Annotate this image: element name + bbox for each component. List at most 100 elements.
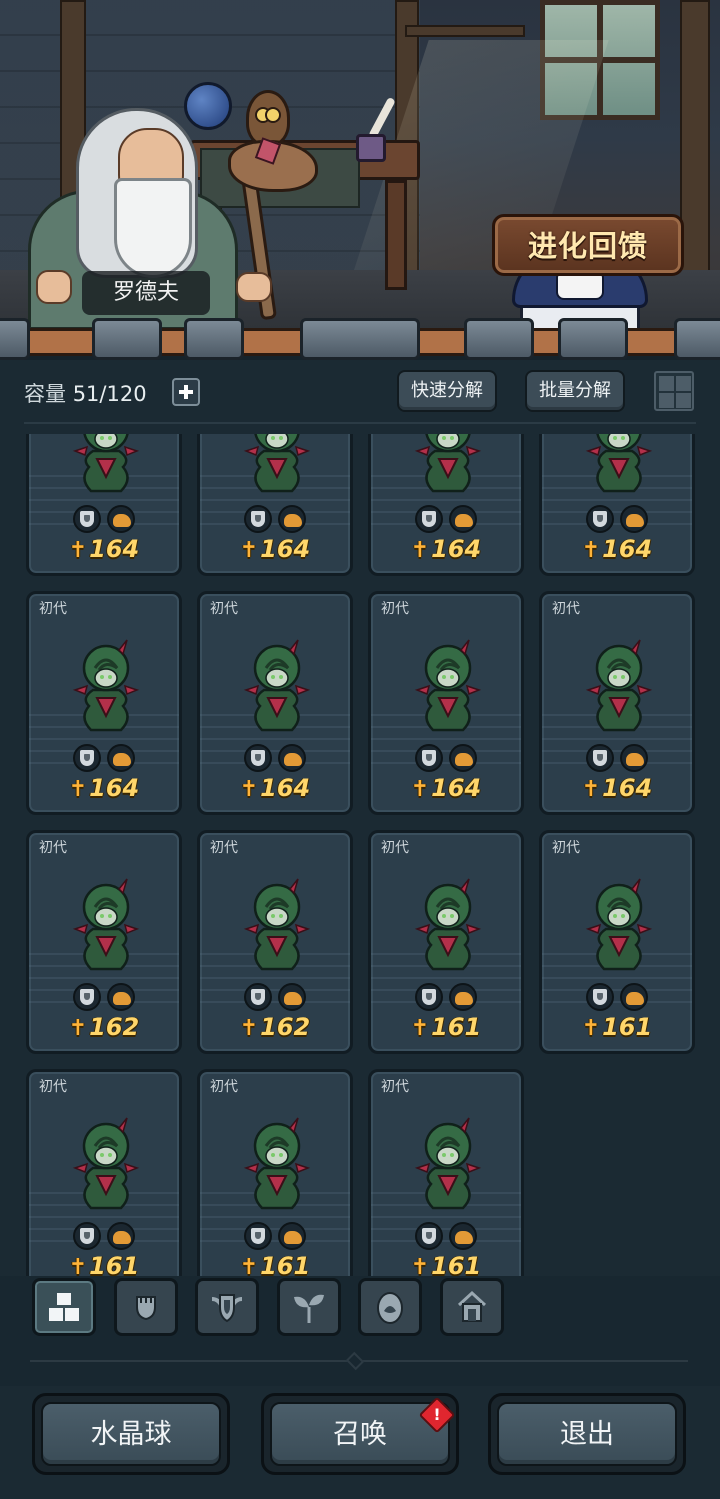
shield-icon	[73, 744, 101, 772]
monster-card[interactable]: 初代 ✝164	[26, 591, 182, 815]
monster-grid-scroll[interactable]: ✝164 ✝164 ✝164 ✝164 初代 ✝164 初代 ✝164 初代 ✝…	[0, 434, 720, 1276]
monster-sprite	[71, 877, 141, 975]
power-value: ✝164	[542, 535, 692, 563]
card-attribute-icons	[415, 744, 491, 774]
power-value: ✝164	[200, 774, 350, 802]
monster-sprite	[413, 434, 483, 497]
power-value: ✝161	[542, 1013, 692, 1041]
monster-card[interactable]: ✝164	[197, 434, 353, 576]
monster-card[interactable]: 初代 ✝161	[197, 1069, 353, 1276]
card-attribute-icons	[415, 505, 491, 535]
power-number: 164	[89, 774, 140, 802]
rock-icon	[449, 505, 477, 533]
batch-decompose-button[interactable]: 批量分解	[525, 370, 625, 412]
fence-post	[558, 318, 628, 360]
category-tabs	[0, 1276, 720, 1386]
power-value: ✝164	[371, 535, 521, 563]
monster-sprite	[71, 434, 141, 497]
monster-card[interactable]: 初代 ✝161	[368, 1069, 524, 1276]
card-attribute-icons	[415, 983, 491, 1013]
power-number: 161	[260, 1252, 311, 1276]
category-tab-egg[interactable]	[358, 1278, 422, 1336]
power-value: ✝161	[29, 1252, 179, 1276]
power-number: 164	[431, 774, 482, 802]
category-tab-sprout[interactable]	[277, 1278, 341, 1336]
monster-card[interactable]: 初代 ✝161	[368, 830, 524, 1054]
power-value: ✝161	[371, 1013, 521, 1041]
rock-icon	[107, 505, 135, 533]
rock-icon	[107, 744, 135, 772]
desk-leg	[385, 180, 407, 290]
monster-card[interactable]: 初代 ✝164	[539, 591, 695, 815]
power-icon: ✝	[68, 1255, 88, 1276]
exit-button[interactable]: 退出	[488, 1393, 686, 1475]
divider	[24, 422, 696, 424]
rock-icon	[278, 744, 306, 772]
power-number: 161	[602, 1013, 653, 1041]
power-icon: ✝	[239, 538, 259, 563]
shield-icon	[586, 744, 614, 772]
npc-name-label[interactable]: 罗德夫	[82, 271, 210, 315]
shield-icon	[244, 744, 272, 772]
monster-sprite	[242, 434, 312, 497]
power-value: ✝164	[371, 774, 521, 802]
monster-card[interactable]: ✝164	[368, 434, 524, 576]
shield-icon	[244, 1222, 272, 1250]
fence-divider	[0, 318, 720, 362]
card-attribute-icons	[73, 983, 149, 1013]
inventory-panel: 容量 51/120 快速分解 批量分解 ✝164 ✝164 ✝164 ✝164 …	[0, 360, 720, 1499]
monster-card[interactable]: 初代 ✝162	[197, 830, 353, 1054]
power-icon: ✝	[68, 777, 88, 802]
capacity-label: 容量	[24, 382, 66, 406]
fence-post	[674, 318, 720, 360]
power-icon: ✝	[410, 777, 430, 802]
category-tab-all-items[interactable]	[32, 1278, 96, 1336]
card-attribute-icons	[586, 505, 662, 535]
monster-sprite	[242, 1116, 312, 1214]
card-attribute-icons	[244, 1222, 320, 1252]
category-tab-house[interactable]	[440, 1278, 504, 1336]
card-attribute-icons	[244, 505, 320, 535]
card-attribute-icons	[73, 505, 149, 535]
shield-icon	[244, 983, 272, 1011]
monster-card[interactable]: 初代 ✝164	[197, 591, 353, 815]
monster-card[interactable]: ✝164	[539, 434, 695, 576]
monster-card[interactable]: ✝164	[26, 434, 182, 576]
scene-banner: 罗德夫 进化回馈	[0, 0, 720, 345]
monster-sprite	[71, 638, 141, 736]
rock-icon	[620, 744, 648, 772]
rock-icon	[449, 1222, 477, 1250]
monster-card[interactable]: 初代 ✝161	[26, 1069, 182, 1276]
power-icon: ✝	[581, 1016, 601, 1041]
monster-sprite	[242, 638, 312, 736]
power-icon: ✝	[239, 1016, 259, 1041]
rock-icon	[107, 1222, 135, 1250]
rock-icon	[278, 505, 306, 533]
shield-icon	[586, 505, 614, 533]
power-value: ✝164	[200, 535, 350, 563]
power-icon: ✝	[68, 538, 88, 563]
power-icon: ✝	[410, 1255, 430, 1276]
globe-icon	[184, 82, 232, 130]
crystal-ball-button[interactable]: 水晶球	[32, 1393, 230, 1475]
category-tab-fist[interactable]	[114, 1278, 178, 1336]
grid-view-icon[interactable]	[654, 371, 694, 411]
generation-label: 初代	[210, 1079, 238, 1095]
shield-icon	[415, 983, 443, 1011]
evolve-feedback-button[interactable]: 进化回馈	[492, 214, 684, 276]
fence-post	[92, 318, 162, 360]
shelf	[405, 25, 525, 37]
card-attribute-icons	[244, 744, 320, 774]
alert-badge-text: !	[433, 1405, 441, 1424]
monster-sprite	[242, 877, 312, 975]
monster-card[interactable]: 初代 ✝164	[368, 591, 524, 815]
crystal-ball-label: 水晶球	[41, 1402, 221, 1466]
category-tab-winged-shield[interactable]	[195, 1278, 259, 1336]
monster-card[interactable]: 初代 ✝162	[26, 830, 182, 1054]
owl-icon	[246, 90, 290, 146]
power-value: ✝161	[371, 1252, 521, 1276]
add-capacity-plus-icon[interactable]	[172, 378, 200, 406]
monster-card[interactable]: 初代 ✝161	[539, 830, 695, 1054]
quick-decompose-button[interactable]: 快速分解	[397, 370, 497, 412]
power-value: ✝162	[29, 1013, 179, 1041]
